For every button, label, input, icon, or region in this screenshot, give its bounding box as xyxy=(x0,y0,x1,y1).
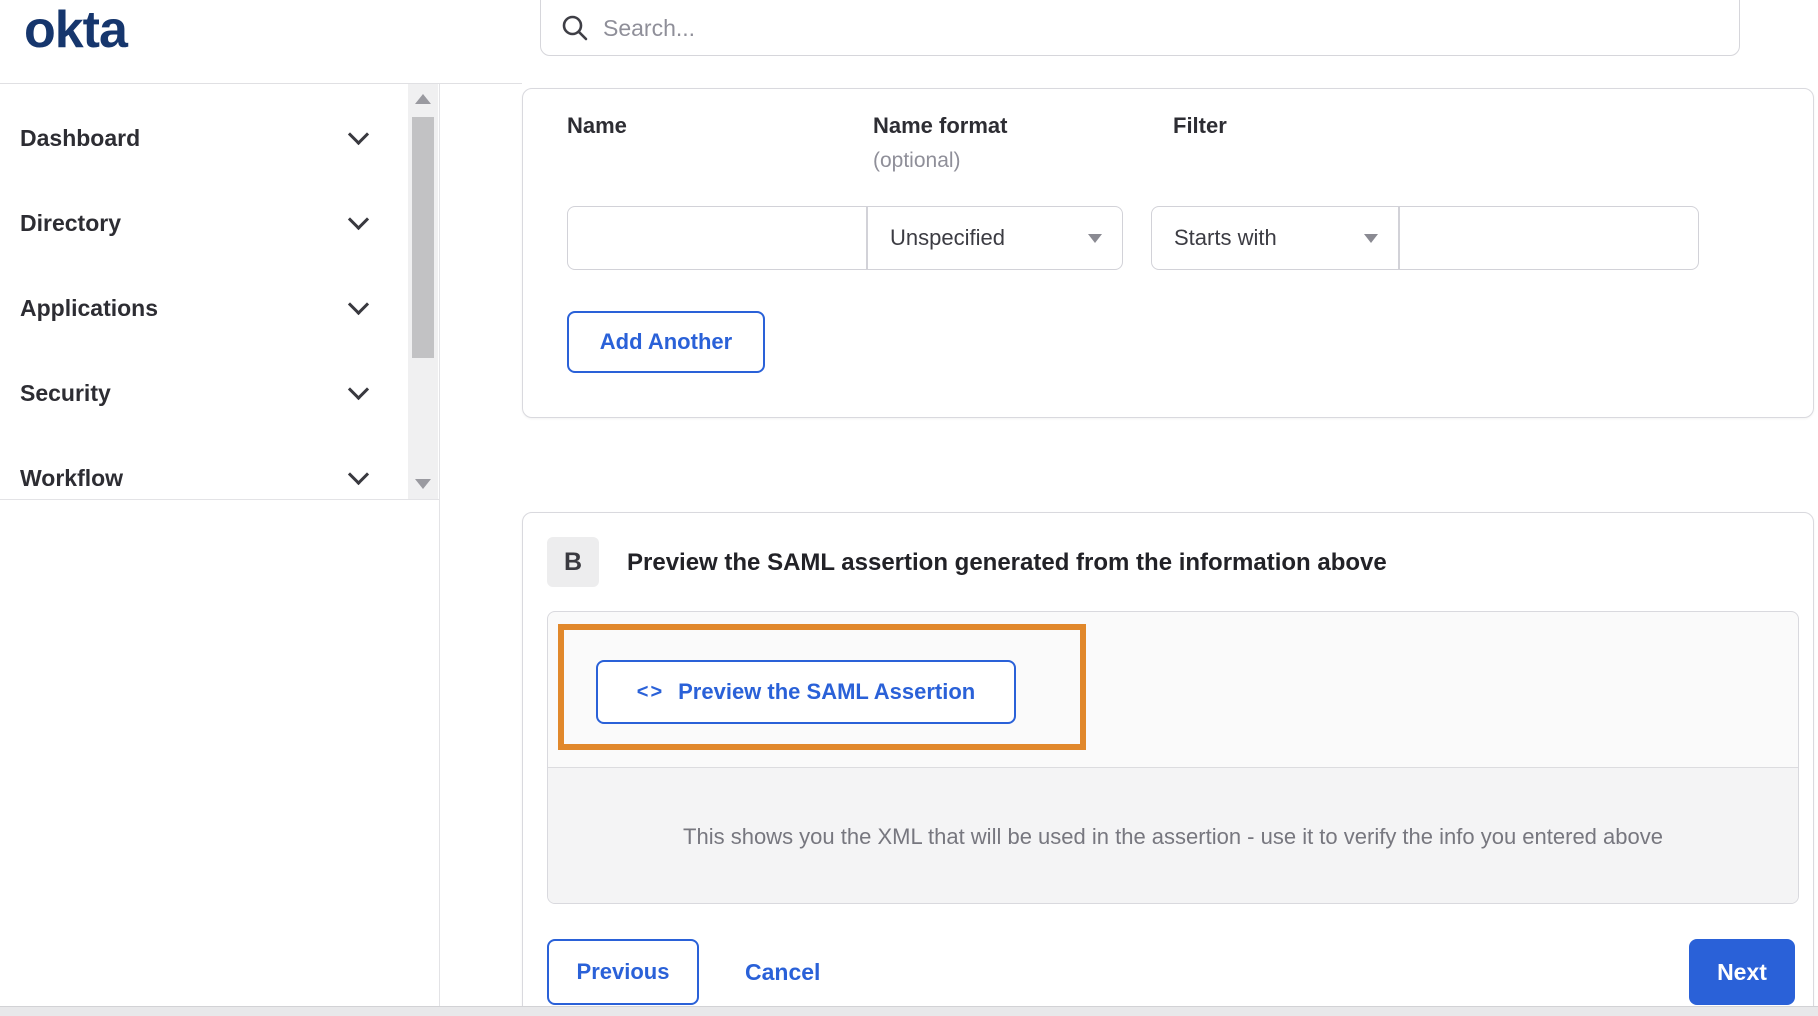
okta-admin-page: okta Dashboard Directory Applications Se… xyxy=(0,0,1818,1016)
select-arrow-icon xyxy=(1088,233,1102,243)
preview-helper-text: This shows you the XML that will be used… xyxy=(683,823,1663,849)
chevron-down-icon xyxy=(347,293,370,316)
chevron-down-icon xyxy=(347,378,370,401)
sidebar-item-dashboard[interactable]: Dashboard xyxy=(0,96,439,181)
attribute-statements-card: Name Name format (optional) Filter Unspe… xyxy=(522,88,1814,418)
chevron-down-icon xyxy=(347,123,370,146)
name-format-value: Unspecified xyxy=(890,225,1005,250)
name-column-label: Name xyxy=(567,113,627,138)
filter-value-input[interactable] xyxy=(1399,206,1699,270)
scrollbar-thumb[interactable] xyxy=(412,117,434,358)
cancel-link[interactable]: Cancel xyxy=(745,939,820,1005)
sidebar-item-label: Applications xyxy=(20,295,159,321)
scrollbar-up-arrow-icon[interactable] xyxy=(415,94,431,104)
sidebar-item-applications[interactable]: Applications xyxy=(0,266,439,351)
scrollbar-down-arrow-icon[interactable] xyxy=(415,479,431,489)
add-another-button[interactable]: Add Another xyxy=(567,311,765,373)
sidebar-item-directory[interactable]: Directory xyxy=(0,181,439,266)
filter-column-label: Filter xyxy=(1173,113,1227,138)
name-format-column-label: Name format xyxy=(873,113,1008,138)
sidebar-item-label: Dashboard xyxy=(20,125,141,151)
sidebar-scrollbar[interactable] xyxy=(408,84,438,499)
sidebar-item-security[interactable]: Security xyxy=(0,351,439,436)
preview-helper-strip: This shows you the XML that will be used… xyxy=(548,767,1798,903)
code-brackets-icon: <> xyxy=(636,680,665,703)
preview-saml-assertion-button[interactable]: <> Preview the SAML Assertion xyxy=(596,660,1016,724)
filter-type-select[interactable]: Starts with xyxy=(1151,206,1399,270)
name-format-select[interactable]: Unspecified xyxy=(867,206,1123,270)
sidebar-nav: Dashboard Directory Applications Securit… xyxy=(0,84,440,500)
preview-button-label: Preview the SAML Assertion xyxy=(678,679,976,704)
sidebar-item-label: Workflow xyxy=(20,465,124,491)
search-input[interactable] xyxy=(603,14,1719,42)
preview-saml-card: B Preview the SAML assertion generated f… xyxy=(522,512,1814,1016)
search-icon xyxy=(562,15,588,41)
step-b-badge: B xyxy=(547,537,599,587)
okta-logo: okta xyxy=(24,1,128,59)
select-arrow-icon xyxy=(1364,233,1378,243)
filter-type-value: Starts with xyxy=(1174,225,1277,250)
saml-preview-box: <> Preview the SAML Assertion This shows… xyxy=(547,611,1799,904)
name-format-optional-label: (optional) xyxy=(873,149,961,172)
attribute-name-input[interactable] xyxy=(567,206,867,270)
step-b-title: Preview the SAML assertion generated fro… xyxy=(627,549,1387,576)
search-box[interactable] xyxy=(540,0,1740,56)
chevron-down-icon xyxy=(347,463,370,486)
bottom-edge-strip xyxy=(0,1006,1818,1016)
sidebar-item-label: Security xyxy=(20,380,111,406)
sidebar-item-label: Directory xyxy=(20,210,121,236)
upgrade-promo-panel: i Thanks for trying the Okta Starter pla… xyxy=(0,500,440,1006)
next-button[interactable]: Next xyxy=(1689,939,1795,1005)
chevron-down-icon xyxy=(347,208,370,231)
previous-button[interactable]: Previous xyxy=(547,939,699,1005)
